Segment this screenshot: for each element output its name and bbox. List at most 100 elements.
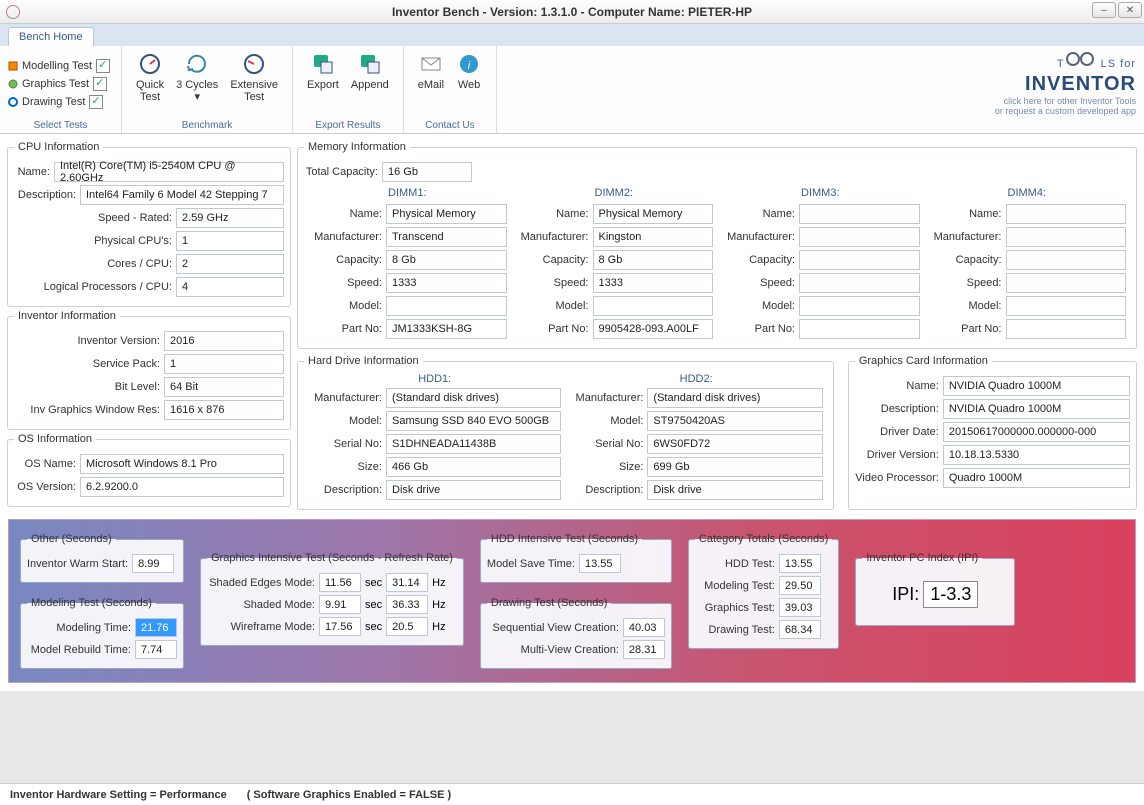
dimm-header: DIMM2: (515, 185, 714, 201)
inventor-info-group: Inventor Information Inventor Version:20… (7, 310, 291, 430)
tab-bench-home[interactable]: Bench Home (8, 27, 94, 46)
hdd-value: Disk drive (386, 480, 561, 500)
cycles-button[interactable]: 3 Cycles▾ (170, 49, 224, 118)
model-save-time: 13.55 (579, 554, 621, 573)
dimm-value: 1333 (386, 273, 507, 293)
category-totals-group: Category Totals (Seconds) HDD Test:13.55… (688, 533, 839, 649)
cpu-name: Intel(R) Core(TM) i5-2540M CPU @ 2.60GHz (54, 162, 284, 182)
extensive-test-button[interactable]: ExtensiveTest (224, 49, 284, 118)
hdd-value: 466 Gb (386, 457, 561, 477)
circle-icon (8, 97, 18, 107)
contact-caption: Contact Us (412, 118, 488, 131)
dimm-value (1006, 273, 1127, 293)
dimm-value: Transcend (386, 227, 507, 247)
gfx-info-group: Graphics Card Information Name:NVIDIA Qu… (848, 355, 1137, 510)
hdd-value: 6WS0FD72 (647, 434, 822, 454)
export-caption: Export Results (301, 118, 395, 131)
export-button[interactable]: Export (301, 49, 345, 118)
dimm-value: 8 Gb (593, 250, 714, 270)
cpu-desc: Intel64 Family 6 Model 42 Stepping 7 (80, 185, 284, 205)
gfx-desc: NVIDIA Quadro 1000M (943, 399, 1130, 419)
dimm-value (1006, 204, 1127, 224)
ipi-value: 1-3.3 (923, 581, 978, 608)
gfx-driver-date: 20150617000000.000000-000 (943, 422, 1130, 442)
dimm-value (799, 250, 920, 270)
cpu-cores: 2 (176, 254, 284, 274)
hdd-header: HDD1: (308, 373, 561, 385)
excel-icon (311, 52, 335, 76)
sphere-icon (8, 79, 18, 89)
graphics-test-group: Graphics Intensive Test (Seconds - Refre… (200, 552, 464, 646)
dimm-value: 1333 (593, 273, 714, 293)
results-panel: Other (Seconds) Inventor Warm Start:8.99… (8, 519, 1136, 683)
dimm-value: JM1333KSH-8G (386, 319, 507, 339)
inv-sp: 1 (164, 354, 284, 374)
quick-test-button[interactable]: QuickTest (130, 49, 170, 118)
model-rebuild-time: 7.74 (135, 640, 177, 659)
dimm-value (799, 273, 920, 293)
cube-icon (8, 61, 18, 71)
memory-info-group: Memory Information Total Capacity:16 Gb … (297, 141, 1137, 349)
dimm-value (1006, 227, 1127, 247)
inv-bit: 64 Bit (164, 377, 284, 397)
drawing-test-checkbox[interactable] (89, 95, 103, 109)
cpu-info-group: CPU Information Name:Intel(R) Core(TM) i… (7, 141, 291, 307)
hdd-value: Samsung SSD 840 EVO 500GB (386, 411, 561, 431)
dimm-header: DIMM3: (721, 185, 920, 201)
benchmark-caption: Benchmark (130, 118, 284, 131)
excel-append-icon (358, 52, 382, 76)
graphics-test-checkbox[interactable] (93, 77, 107, 91)
modeling-time: 21.76 (135, 618, 177, 637)
close-button[interactable]: ✕ (1118, 2, 1142, 18)
mem-total: 16 Gb (382, 162, 472, 182)
hdd-header: HDD2: (569, 373, 822, 385)
os-name: Microsoft Windows 8.1 Pro (80, 454, 284, 474)
graphics-test-label: Graphics Test (22, 78, 89, 90)
gfx-driver-version: 10.18.13.5330 (943, 445, 1130, 465)
drawing-test-group: Drawing Test (Seconds) Sequential View C… (480, 597, 672, 669)
dimm-value (1006, 250, 1127, 270)
minimize-button[interactable]: – (1092, 2, 1116, 18)
dimm-value (1006, 296, 1127, 316)
select-tests-caption: Select Tests (8, 118, 113, 131)
mail-icon (419, 52, 443, 76)
modelling-test-checkbox[interactable] (96, 59, 110, 73)
hdd-test-group: HDD Intensive Test (Seconds) Model Save … (480, 533, 672, 583)
hdd-value: (Standard disk drives) (647, 388, 822, 408)
gauge-icon (138, 52, 162, 76)
dimm-value (799, 296, 920, 316)
other-group: Other (Seconds) Inventor Warm Start:8.99 (20, 533, 184, 583)
logo-link[interactable]: TLS for INVENTOR click here for other In… (995, 50, 1136, 116)
hdd-value: Disk drive (647, 480, 822, 500)
modelling-test-label: Modelling Test (22, 60, 92, 72)
dimm-value: 8 Gb (386, 250, 507, 270)
dimm-value: Physical Memory (386, 204, 507, 224)
hdd-value: (Standard disk drives) (386, 388, 561, 408)
cycle-icon (185, 52, 209, 76)
hdd-info-group: Hard Drive Information HDD1:Manufacturer… (297, 355, 834, 510)
hdd-value: ST9750420AS (647, 411, 822, 431)
window-title: Inventor Bench - Version: 1.3.1.0 - Comp… (392, 5, 752, 19)
os-info-group: OS Information OS Name:Microsoft Windows… (7, 433, 291, 507)
cpu-speed: 2.59 GHz (176, 208, 284, 228)
gfx-video-proc: Quadro 1000M (943, 468, 1130, 488)
inv-version: 2016 (164, 331, 284, 351)
email-button[interactable]: eMail (412, 49, 450, 118)
hdd-value: S1DHNEADA11438B (386, 434, 561, 454)
web-button[interactable]: iWeb (450, 49, 488, 118)
status-bar: Inventor Hardware Setting = Performance … (0, 783, 1144, 805)
tab-strip: Bench Home (0, 24, 1144, 46)
inv-res: 1616 x 876 (164, 400, 284, 420)
dimm-header: DIMM4: (928, 185, 1127, 201)
dimm-value (386, 296, 507, 316)
drawing-test-label: Drawing Test (22, 96, 85, 108)
dimm-value (799, 227, 920, 247)
dimm-value: Physical Memory (593, 204, 714, 224)
cpu-logical: 4 (176, 277, 284, 297)
append-button[interactable]: Append (345, 49, 395, 118)
gauge-icon (242, 52, 266, 76)
dimm-value: 9905428-093.A00LF (593, 319, 714, 339)
hdd-value: 699 Gb (647, 457, 822, 477)
dimm-value (799, 204, 920, 224)
status-sw: ( Software Graphics Enabled = FALSE ) (247, 789, 451, 801)
